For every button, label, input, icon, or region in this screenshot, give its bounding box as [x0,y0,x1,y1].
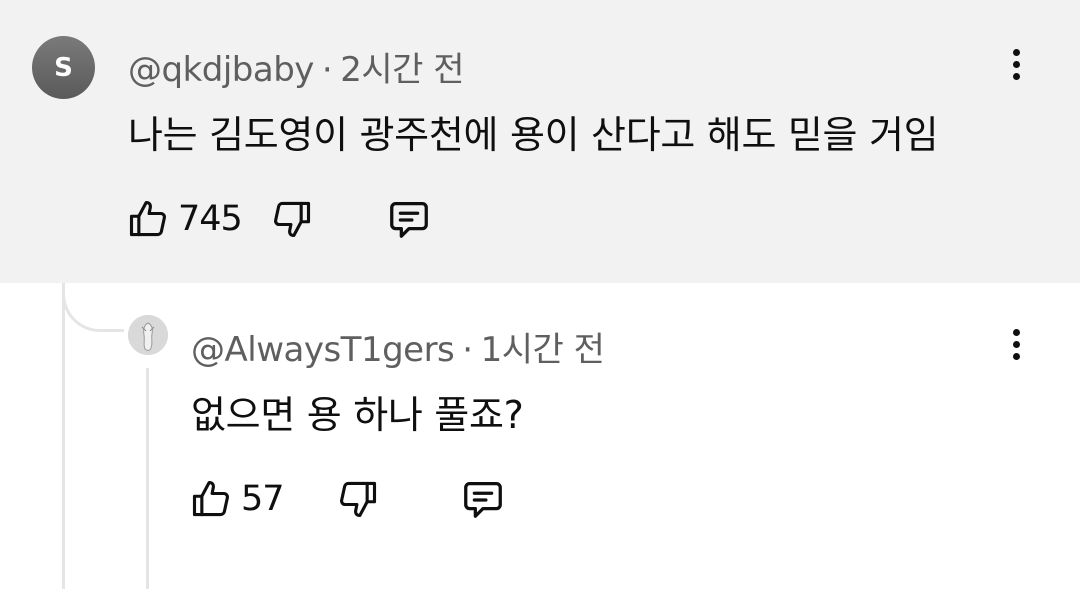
comment-text: 나는 김도영이 광주천에 용이 산다고 해도 믿을 거임 [128,113,939,157]
comment-time: 2시간 전 [340,50,465,90]
reply-menu-button[interactable] [1006,324,1026,364]
menu-dot [1012,60,1020,68]
comment-meta: @qkdjbaby · 2시간 전 [128,42,465,91]
menu-dot [1012,340,1020,348]
reply-text: 없으면 용 하나 풀죠? [191,393,524,437]
dislike-button[interactable] [336,477,380,521]
like-count: 57 [241,479,285,519]
reply-avatar[interactable] [128,315,168,355]
avatar-letter: S [54,52,73,83]
reply-time: 1시간 전 [480,330,605,370]
menu-dot [1012,352,1020,360]
avatar[interactable]: S [32,36,95,99]
reply-author-name[interactable]: @AlwaysT1gers [191,330,455,370]
like-button[interactable]: 745 [126,197,243,241]
comment-menu-button[interactable] [1006,44,1026,84]
author-name[interactable]: @qkdjbaby [128,50,314,90]
reply-button[interactable] [460,476,506,522]
avatar-image [128,315,168,355]
reply-button[interactable] [386,196,432,242]
menu-dot [1012,48,1020,56]
dislike-button[interactable] [270,197,314,241]
comment-icon [463,482,502,518]
thumbs-down-icon [273,201,310,238]
reply-meta: @AlwaysT1gers · 1시간 전 [191,322,605,371]
comment-actions: 745 [126,196,432,242]
menu-dot [1012,328,1020,336]
thumbs-up-icon [192,480,229,517]
menu-dot [1012,72,1020,80]
reply-thread-line [146,368,149,589]
like-button[interactable]: 57 [189,477,285,521]
parent-comment: S @qkdjbaby · 2시간 전 나는 김도영이 광주천에 용이 산다고 해도… [0,0,1080,283]
meta-separator: · [321,50,333,90]
meta-separator: · [462,330,473,370]
comment-icon [389,202,428,238]
thumbs-down-icon [339,481,376,518]
thumbs-up-icon [129,200,166,237]
like-count: 745 [178,199,243,239]
reply-actions: 57 [189,476,506,522]
